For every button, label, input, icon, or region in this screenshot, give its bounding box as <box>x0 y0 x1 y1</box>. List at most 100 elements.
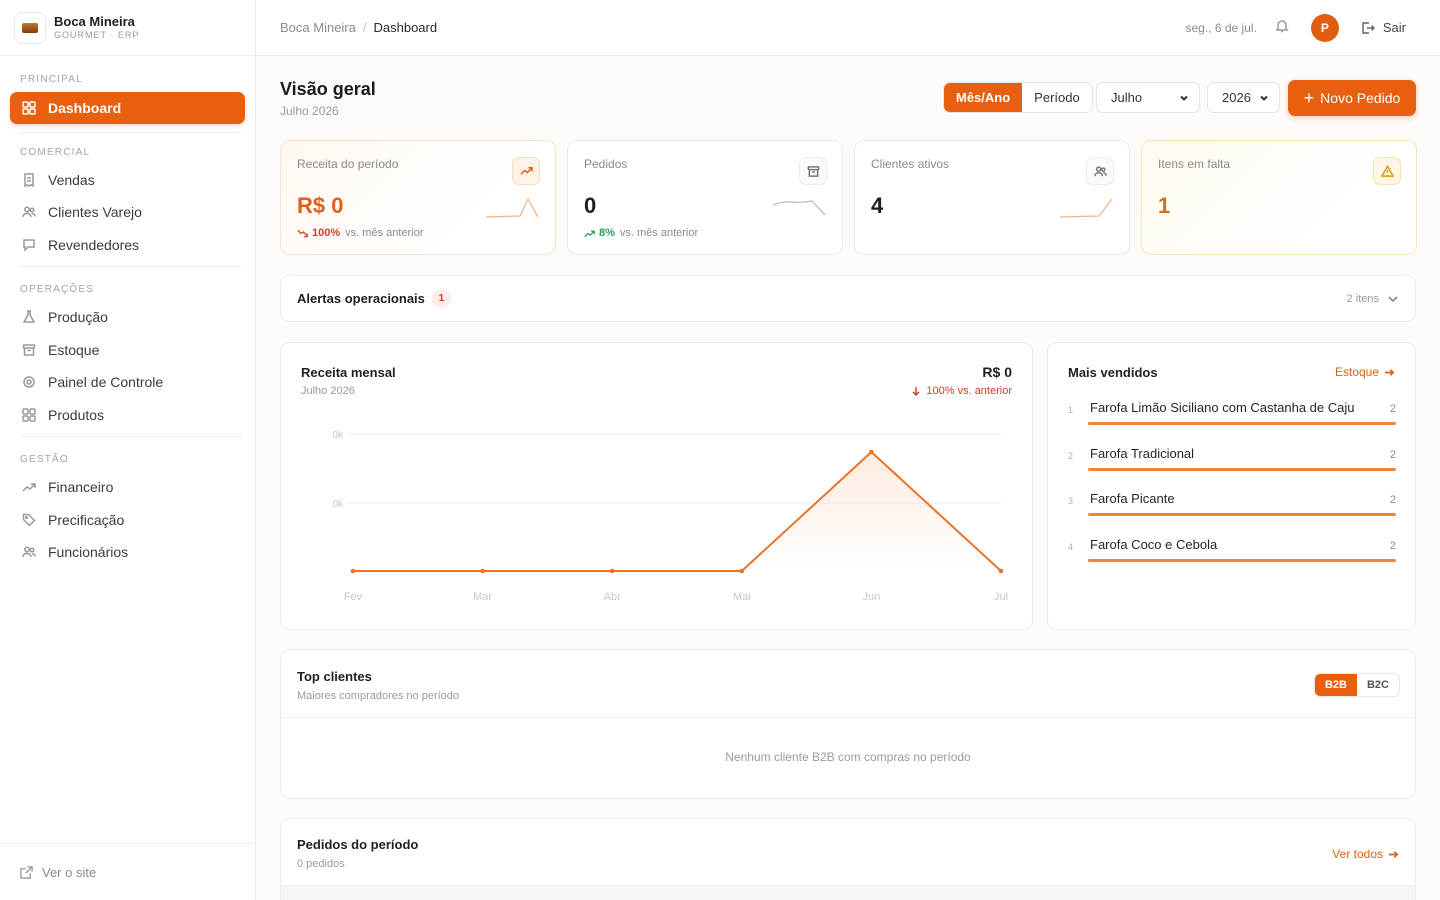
month-select[interactable]: Julho <box>1096 82 1200 113</box>
y-tick-label: 0k <box>332 430 344 441</box>
page-subtitle: Julho 2026 <box>280 104 339 118</box>
month-select-value: Julho <box>1111 90 1143 105</box>
best-seller-qty: 2 <box>1389 449 1396 461</box>
brand-logo <box>14 11 46 44</box>
sidebar-item-precificacao[interactable]: Precificação <box>10 504 245 536</box>
sidebar-item-painel-de-controle[interactable]: Painel de Controle <box>10 366 245 398</box>
flask-icon <box>22 310 36 324</box>
stock-link-label: Estoque <box>1334 365 1379 379</box>
sidebar-item-vendas[interactable]: Vendas <box>10 164 245 196</box>
best-seller-name: Farofa Tradicional <box>1090 446 1195 461</box>
best-seller-rank: 1 <box>1068 405 1074 415</box>
chevron-down-icon[interactable] <box>1387 293 1399 305</box>
brand[interactable]: Boca Mineira GOURMET · ERP <box>0 0 255 56</box>
users-icon <box>1086 157 1114 185</box>
bell-icon[interactable] <box>1275 19 1289 36</box>
sidebar-item-label: Financeiro <box>48 479 114 495</box>
orders-table-header <box>281 885 1415 900</box>
divider <box>20 266 242 267</box>
kpi-value: 1 <box>1158 193 1171 218</box>
sidebar-item-produtos[interactable]: Produtos <box>10 399 245 431</box>
tab-b2c[interactable]: B2C <box>1356 674 1399 696</box>
tab-mes-ano[interactable]: Mês/Ano <box>944 83 1023 112</box>
users-icon <box>22 205 36 219</box>
view-site-link[interactable]: Ver o site <box>0 843 256 900</box>
x-tick-label: Jun <box>863 591 881 603</box>
x-tick-label: Fev <box>344 591 363 603</box>
view-all-label: Ver todos <box>1332 847 1383 861</box>
alerts-count-badge: 1 <box>431 289 451 308</box>
receipt-icon <box>22 173 36 187</box>
sidebar-item-dashboard[interactable]: Dashboard <box>10 92 245 124</box>
best-seller-bar <box>1088 559 1396 562</box>
orders-card: Pedidos do período 0 pedidos Ver todos <box>280 818 1416 900</box>
kpi-delta-suffix: vs. mês anterior <box>619 227 699 239</box>
best-sellers-title: Mais vendidos <box>1068 365 1158 380</box>
kpi-value: R$ 0 <box>297 193 344 218</box>
top-clients-card: Top clientes Maiores compradores no perí… <box>280 649 1416 799</box>
top-clients-subtitle: Maiores compradores no período <box>297 690 460 702</box>
sidebar-item-funcionarios[interactable]: Funcionários <box>10 536 245 568</box>
kpi-value: 0 <box>584 193 597 218</box>
arrow-right-icon <box>1388 850 1399 858</box>
sidebar-item-financeiro[interactable]: Financeiro <box>10 471 245 503</box>
section-label-gestao: GESTÃO <box>20 454 69 465</box>
alerts-bar[interactable]: Alertas operacionais 1 2 itens <box>280 275 1416 322</box>
new-order-button[interactable]: + Novo Pedido <box>1288 80 1416 116</box>
grid-icon <box>22 408 36 422</box>
avatar[interactable]: P <box>1310 13 1339 42</box>
kpi-card-orders: Pedidos 0 8% vs. mês anterior <box>567 140 843 255</box>
tab-periodo[interactable]: Período <box>1022 83 1092 112</box>
x-tick-label: Abr <box>604 591 621 603</box>
sidebar-item-clientes-varejo[interactable]: Clientes Varejo <box>10 196 245 228</box>
topbar: Boca Mineira / Dashboard seg., 6 de jul.… <box>256 0 1440 56</box>
data-point <box>480 568 485 574</box>
x-tick-label: Mai <box>733 591 751 603</box>
kpi-label: Pedidos <box>584 157 628 171</box>
best-seller-name: Farofa Limão Siciliano com Castanha de C… <box>1090 400 1355 415</box>
best-seller-bar <box>1088 513 1396 516</box>
stock-link[interactable]: Estoque <box>1335 365 1395 379</box>
best-seller-row[interactable]: 4 Farofa Coco e Cebola 2 <box>1068 537 1396 571</box>
kpi-label: Receita do período <box>297 157 399 171</box>
best-seller-row[interactable]: 1 Farofa Limão Siciliano com Castanha de… <box>1068 400 1396 434</box>
best-seller-rank: 2 <box>1068 451 1074 461</box>
year-select-value: 2026 <box>1222 90 1251 105</box>
sidebar-item-revendedores[interactable]: Revendedores <box>10 229 245 261</box>
best-sellers-card: Mais vendidos Estoque 1 Farofa Limão Sic… <box>1047 342 1416 630</box>
best-seller-qty: 2 <box>1389 494 1396 506</box>
sidebar-item-label: Clientes Varejo <box>48 204 142 220</box>
best-seller-row[interactable]: 2 Farofa Tradicional 2 <box>1068 446 1396 480</box>
best-seller-qty: 2 <box>1389 403 1396 415</box>
breadcrumb-separator: / <box>362 20 367 35</box>
sidebar-item-label: Produtos <box>48 407 105 423</box>
orders-subtitle: 0 pedidos <box>297 858 345 870</box>
year-select[interactable]: 2026 <box>1207 82 1280 113</box>
arrow-right-icon <box>1384 368 1395 376</box>
archive-icon <box>799 157 827 185</box>
best-seller-bar <box>1088 468 1396 471</box>
trend-up-icon <box>512 157 540 185</box>
sidebar-item-label: Precificação <box>48 512 125 528</box>
breadcrumb-current: Dashboard <box>373 20 438 35</box>
breadcrumb-root[interactable]: Boca Mineira <box>280 20 356 35</box>
section-label-operacoes: OPERAÇÕES <box>20 284 95 295</box>
kpi-value: 4 <box>871 193 884 218</box>
best-seller-qty: 2 <box>1389 540 1396 552</box>
logout-button[interactable]: Sair <box>1361 20 1406 35</box>
divider <box>20 132 242 133</box>
sidebar-item-estoque[interactable]: Estoque <box>10 334 245 366</box>
logout-label: Sair <box>1382 20 1406 35</box>
trend-icon <box>22 480 36 494</box>
best-seller-rank: 3 <box>1068 496 1074 506</box>
top-clients-title: Top clientes <box>297 669 372 684</box>
sidebar-item-producao[interactable]: Produção <box>10 301 245 333</box>
y-tick-label: 0k <box>332 499 344 510</box>
view-all-link[interactable]: Ver todos <box>1332 847 1399 861</box>
logout-icon <box>1362 21 1375 34</box>
client-type-toggle: B2B B2C <box>1313 673 1400 697</box>
kpi-delta-value: 100% <box>312 227 341 239</box>
tab-b2b[interactable]: B2B <box>1314 674 1357 696</box>
kpi-delta-suffix: vs. mês anterior <box>345 227 424 239</box>
best-seller-row[interactable]: 3 Farofa Picante 2 <box>1068 491 1396 525</box>
